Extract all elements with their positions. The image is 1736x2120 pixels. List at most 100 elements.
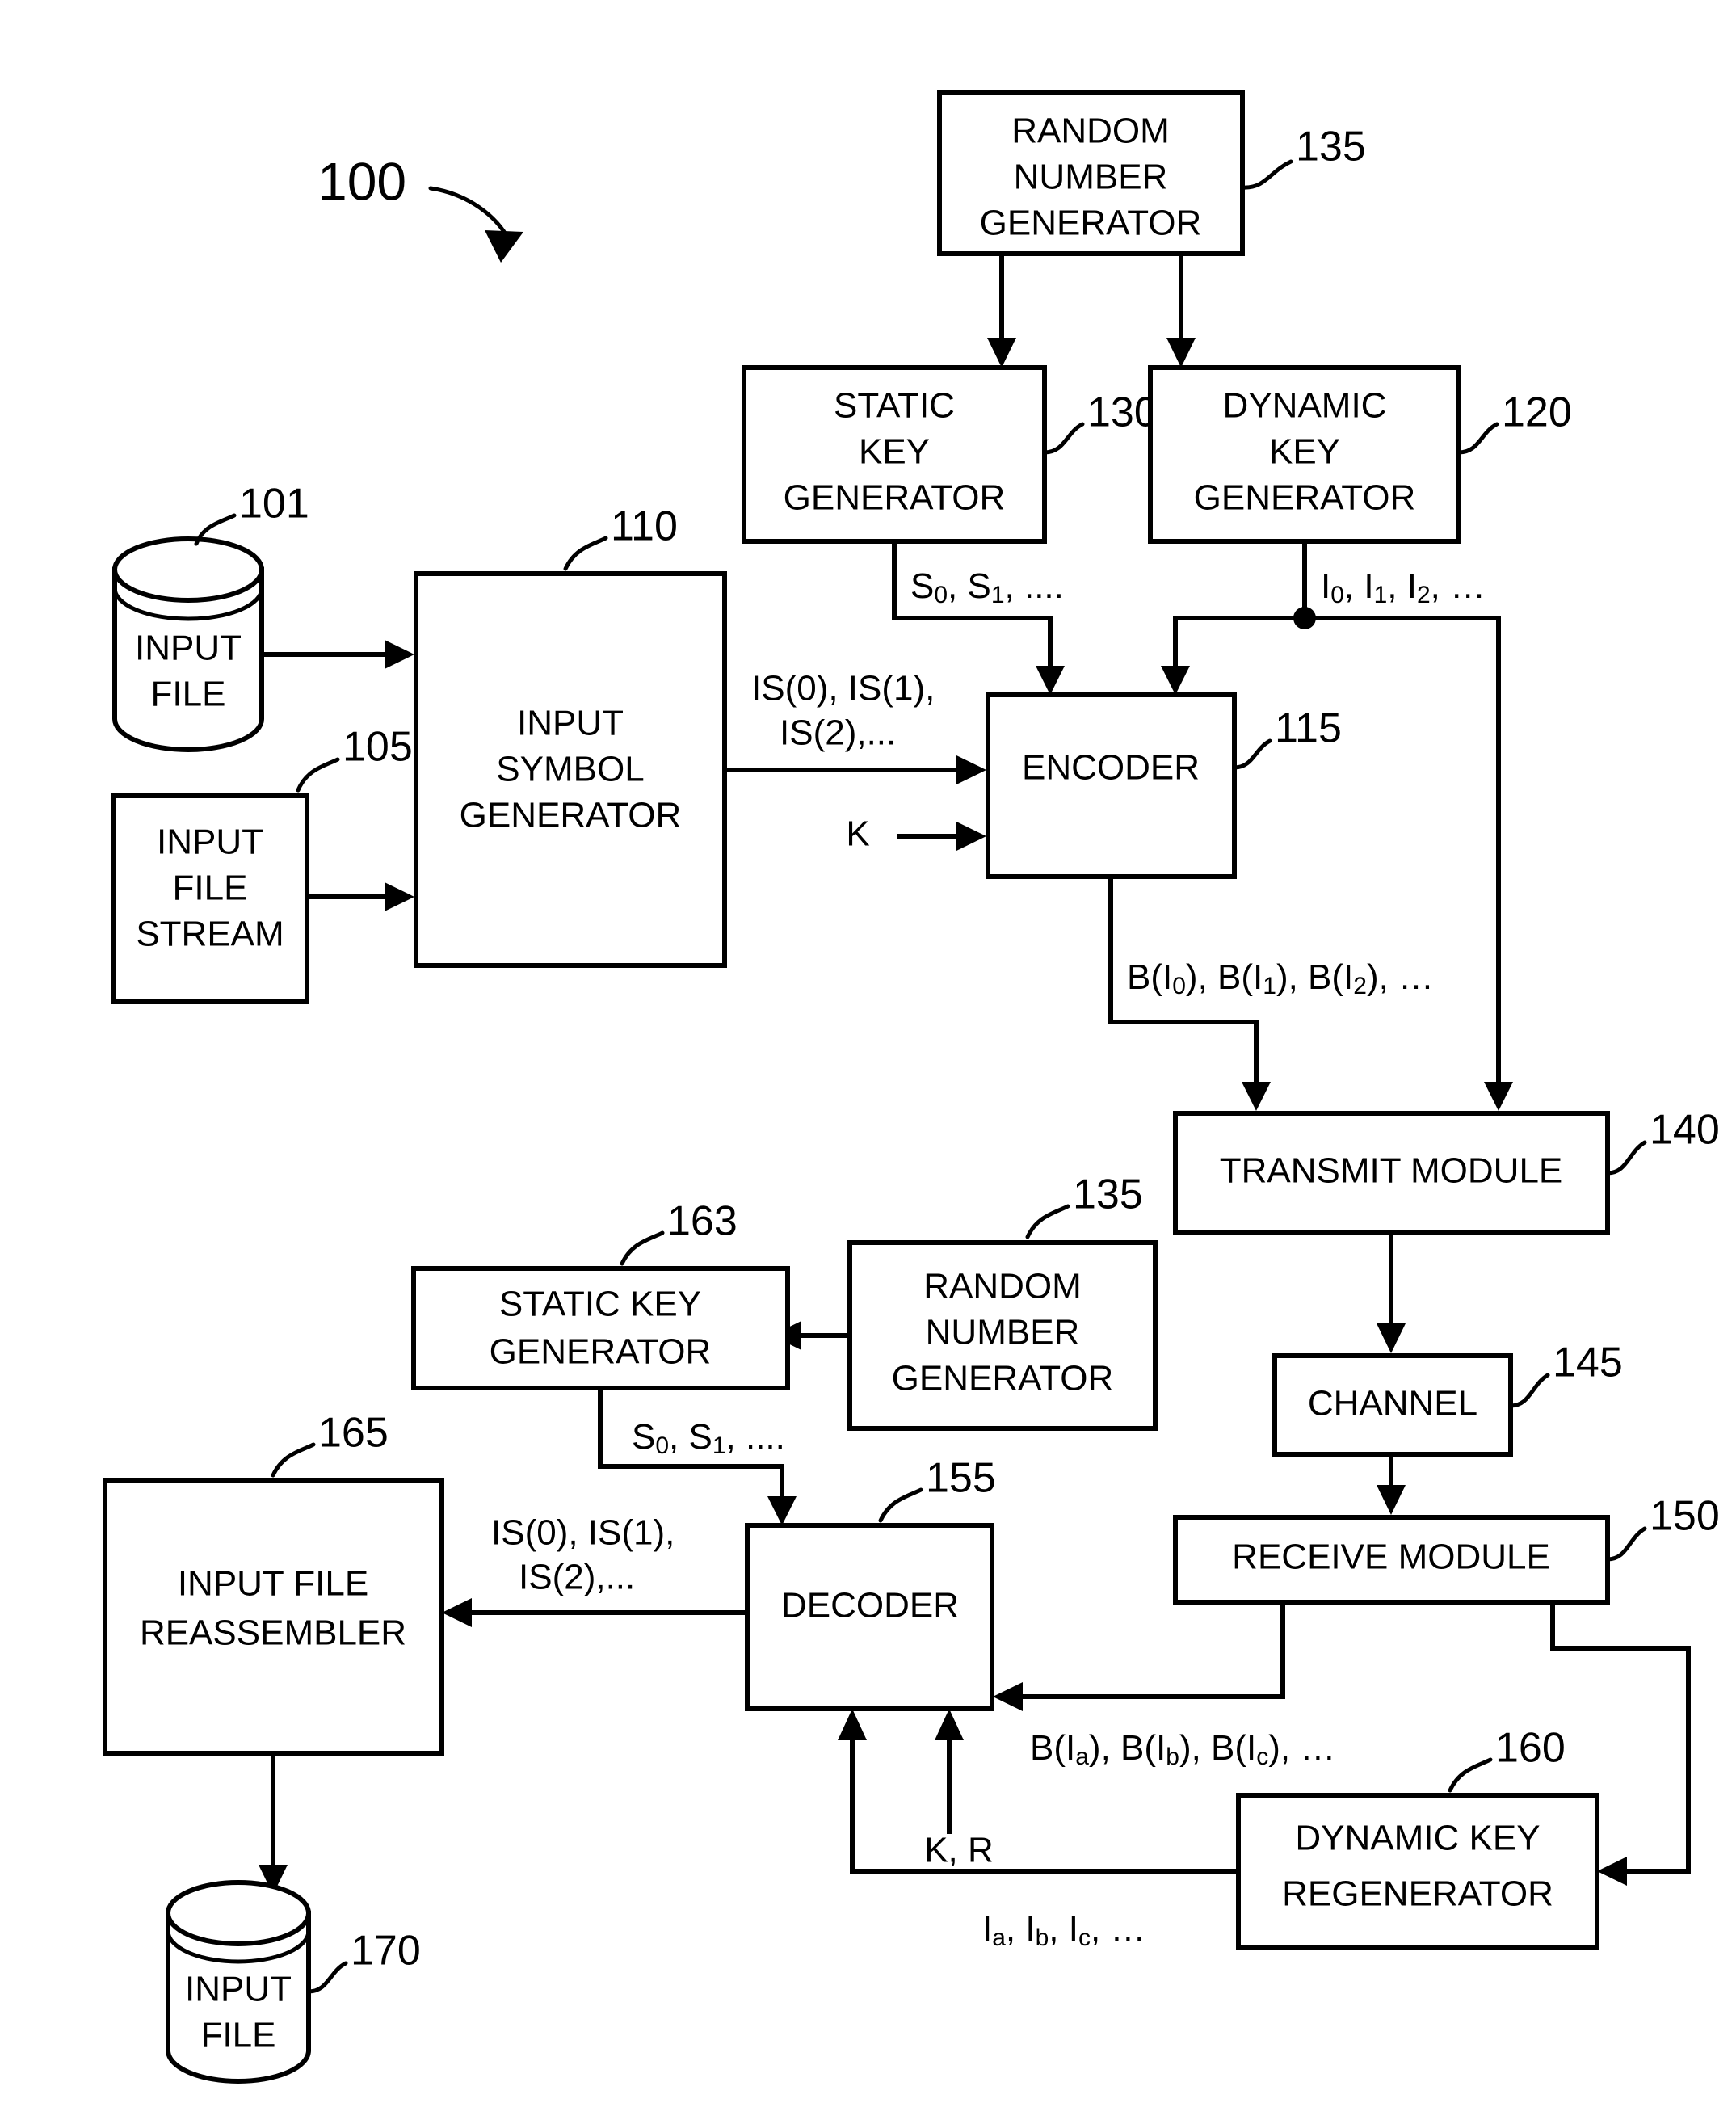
label-regenerated-keys: Ia, Ib, Ic, … bbox=[982, 1909, 1145, 1951]
isg-label-line3: GENERATOR bbox=[460, 796, 682, 835]
arrow-receive-to-decoder bbox=[993, 1682, 1023, 1711]
input-file-stream-ref-leader bbox=[296, 757, 340, 793]
wire-dynamic-keys-to-encoder bbox=[1173, 616, 1305, 667]
decoder-label: DECODER bbox=[781, 1586, 959, 1626]
rng-bottom-label-line3: GENERATOR bbox=[892, 1359, 1114, 1399]
arrow-encoder-to-transmit bbox=[1242, 1082, 1271, 1111]
input-file-output-top bbox=[166, 1880, 311, 1946]
dkr-label-line2: REGENERATOR bbox=[1282, 1874, 1553, 1914]
rng-top-label-line1: RANDOM bbox=[1011, 111, 1170, 151]
input-file-output-ref-number: 170 bbox=[351, 1928, 421, 1975]
channel-ref-number: 145 bbox=[1553, 1340, 1623, 1386]
arrow-regenerator-to-decoder-keys bbox=[838, 1709, 867, 1740]
arrow-static-keys-to-encoder bbox=[1036, 666, 1065, 695]
dkg-label-line3: GENERATOR bbox=[1194, 478, 1416, 518]
label-static-keys-top: S0, S1, .... bbox=[910, 566, 1064, 608]
skg-top-label-line3: GENERATOR bbox=[784, 478, 1006, 518]
reassembler-label-line2: REASSEMBLER bbox=[140, 1613, 406, 1653]
label-k-input: K bbox=[846, 814, 869, 854]
label-input-symbols-decoder-line1: IS(0), IS(1), bbox=[491, 1513, 675, 1553]
dkr-label-line1: DYNAMIC KEY bbox=[1295, 1819, 1540, 1858]
patent-figure: 100 RANDOM NUMBER GENERATOR 135 STATIC K… bbox=[0, 0, 1736, 2120]
figure-number: 100 bbox=[317, 151, 406, 211]
dkg-ref-number: 120 bbox=[1502, 389, 1572, 436]
dkr-ref-number: 160 bbox=[1495, 1725, 1566, 1772]
input-file-source-top bbox=[112, 536, 264, 603]
arrow-regenerator-to-decoder-kr bbox=[935, 1709, 964, 1740]
rng-top-label-line2: NUMBER bbox=[1014, 158, 1168, 197]
rng-bottom-label-line1: RANDOM bbox=[923, 1267, 1082, 1306]
rng-bottom-ref-leader bbox=[1025, 1204, 1070, 1239]
dkg-label-line2: KEY bbox=[1269, 432, 1340, 472]
input-file-source-label-line2: FILE bbox=[151, 675, 226, 714]
rng-bottom-label-line2: NUMBER bbox=[926, 1313, 1080, 1352]
arrow-receive-to-dynamic-key-regenerator bbox=[1597, 1857, 1627, 1886]
transmit-module-ref-number: 140 bbox=[1650, 1107, 1720, 1154]
channel-label: CHANNEL bbox=[1308, 1384, 1477, 1424]
receive-module-ref-leader bbox=[1605, 1526, 1647, 1562]
skg-top-label-line1: STATIC bbox=[834, 386, 955, 426]
transmit-module-ref-leader bbox=[1605, 1140, 1647, 1176]
receive-module-ref-number: 150 bbox=[1650, 1493, 1720, 1540]
skg-bottom-label-line1: STATIC KEY bbox=[499, 1285, 701, 1324]
input-file-source-ref-number: 101 bbox=[239, 481, 309, 528]
rng-top-label-line3: GENERATOR bbox=[980, 204, 1202, 243]
isg-ref-number: 110 bbox=[611, 503, 678, 550]
arrow-rng-to-static-key-gen bbox=[987, 338, 1016, 368]
skg-top-label-line2: KEY bbox=[859, 432, 930, 472]
arrow-dynamic-keys-to-transmit bbox=[1484, 1082, 1513, 1111]
label-dynamic-keys-top: I0, I1, I2, … bbox=[1321, 566, 1486, 608]
label-encoded-blocks: B(I0), B(I1), B(I2), … bbox=[1127, 957, 1434, 999]
encoder-ref-number: 115 bbox=[1275, 705, 1342, 752]
block-diagram-canvas: 100 RANDOM NUMBER GENERATOR 135 STATIC K… bbox=[0, 0, 1736, 2120]
arrow-decoder-to-reassembler bbox=[442, 1598, 472, 1627]
input-file-output-label-line2: FILE bbox=[201, 2016, 276, 2055]
input-file-stream-label-line2: FILE bbox=[173, 869, 248, 908]
input-file-output-ref-leader bbox=[306, 1961, 348, 1994]
label-input-symbols-decoder-line2: IS(2),... bbox=[519, 1558, 635, 1597]
arrow-k-to-encoder bbox=[956, 822, 986, 851]
figure-number-arrowhead bbox=[485, 230, 523, 263]
dkr-ref-leader bbox=[1448, 1757, 1493, 1793]
skg-bottom-ref-number: 163 bbox=[667, 1198, 738, 1245]
label-k-r-input: K, R bbox=[924, 1831, 994, 1870]
arrow-isg-to-encoder bbox=[956, 755, 986, 784]
arrow-stream-to-isg bbox=[385, 882, 414, 911]
arrow-dynamic-keys-to-encoder bbox=[1161, 666, 1190, 695]
input-file-output-label-line1: INPUT bbox=[185, 1970, 292, 2009]
wire-dynamic-keys-to-transmit bbox=[1305, 616, 1501, 1083]
label-input-symbols-encoder-line1: IS(0), IS(1), bbox=[751, 669, 935, 709]
rng-top-ref-number: 135 bbox=[1296, 124, 1366, 170]
encoder-label: ENCODER bbox=[1022, 748, 1200, 788]
decoder-ref-number: 155 bbox=[926, 1455, 996, 1502]
skg-bottom-label-line2: GENERATOR bbox=[490, 1332, 712, 1372]
arrow-static-keys-to-decoder bbox=[767, 1496, 797, 1525]
input-file-stream-ref-number: 105 bbox=[343, 724, 413, 771]
input-file-stream-label-line1: INPUT bbox=[157, 822, 263, 862]
label-input-symbols-encoder-line2: IS(2),... bbox=[780, 713, 896, 753]
decoder-ref-leader bbox=[878, 1487, 923, 1523]
dkg-ref-leader bbox=[1456, 422, 1499, 455]
arrow-transmit-to-channel bbox=[1377, 1323, 1406, 1353]
channel-ref-leader bbox=[1508, 1373, 1550, 1408]
label-received-blocks: B(Ia), B(Ib), B(Ic), … bbox=[1030, 1728, 1335, 1770]
skg-top-ref-number: 130 bbox=[1087, 389, 1158, 436]
receive-module-label: RECEIVE MODULE bbox=[1232, 1537, 1550, 1577]
wire-receive-to-decoder bbox=[1021, 1602, 1285, 1699]
skg-top-ref-leader bbox=[1042, 422, 1085, 455]
input-file-stream-label-line3: STREAM bbox=[136, 915, 284, 954]
label-static-keys-bottom: S0, S1, .... bbox=[632, 1417, 785, 1459]
reassembler-ref-leader bbox=[271, 1442, 316, 1478]
arrow-rng-to-dynamic-key-gen bbox=[1166, 338, 1196, 368]
isg-label-line2: SYMBOL bbox=[496, 750, 644, 789]
skg-bottom-ref-leader bbox=[620, 1230, 665, 1266]
isg-ref-leader bbox=[563, 536, 608, 571]
isg-label-line1: INPUT bbox=[517, 704, 624, 743]
arrow-channel-to-receive bbox=[1377, 1485, 1406, 1515]
rng-top-ref-leader bbox=[1240, 159, 1293, 190]
arrow-input-file-to-isg bbox=[385, 640, 414, 669]
transmit-module-label: TRANSMIT MODULE bbox=[1220, 1151, 1563, 1191]
encoder-ref-leader bbox=[1232, 738, 1272, 770]
input-file-source-label-line1: INPUT bbox=[135, 629, 242, 668]
reassembler-label-line1: INPUT FILE bbox=[178, 1564, 368, 1604]
